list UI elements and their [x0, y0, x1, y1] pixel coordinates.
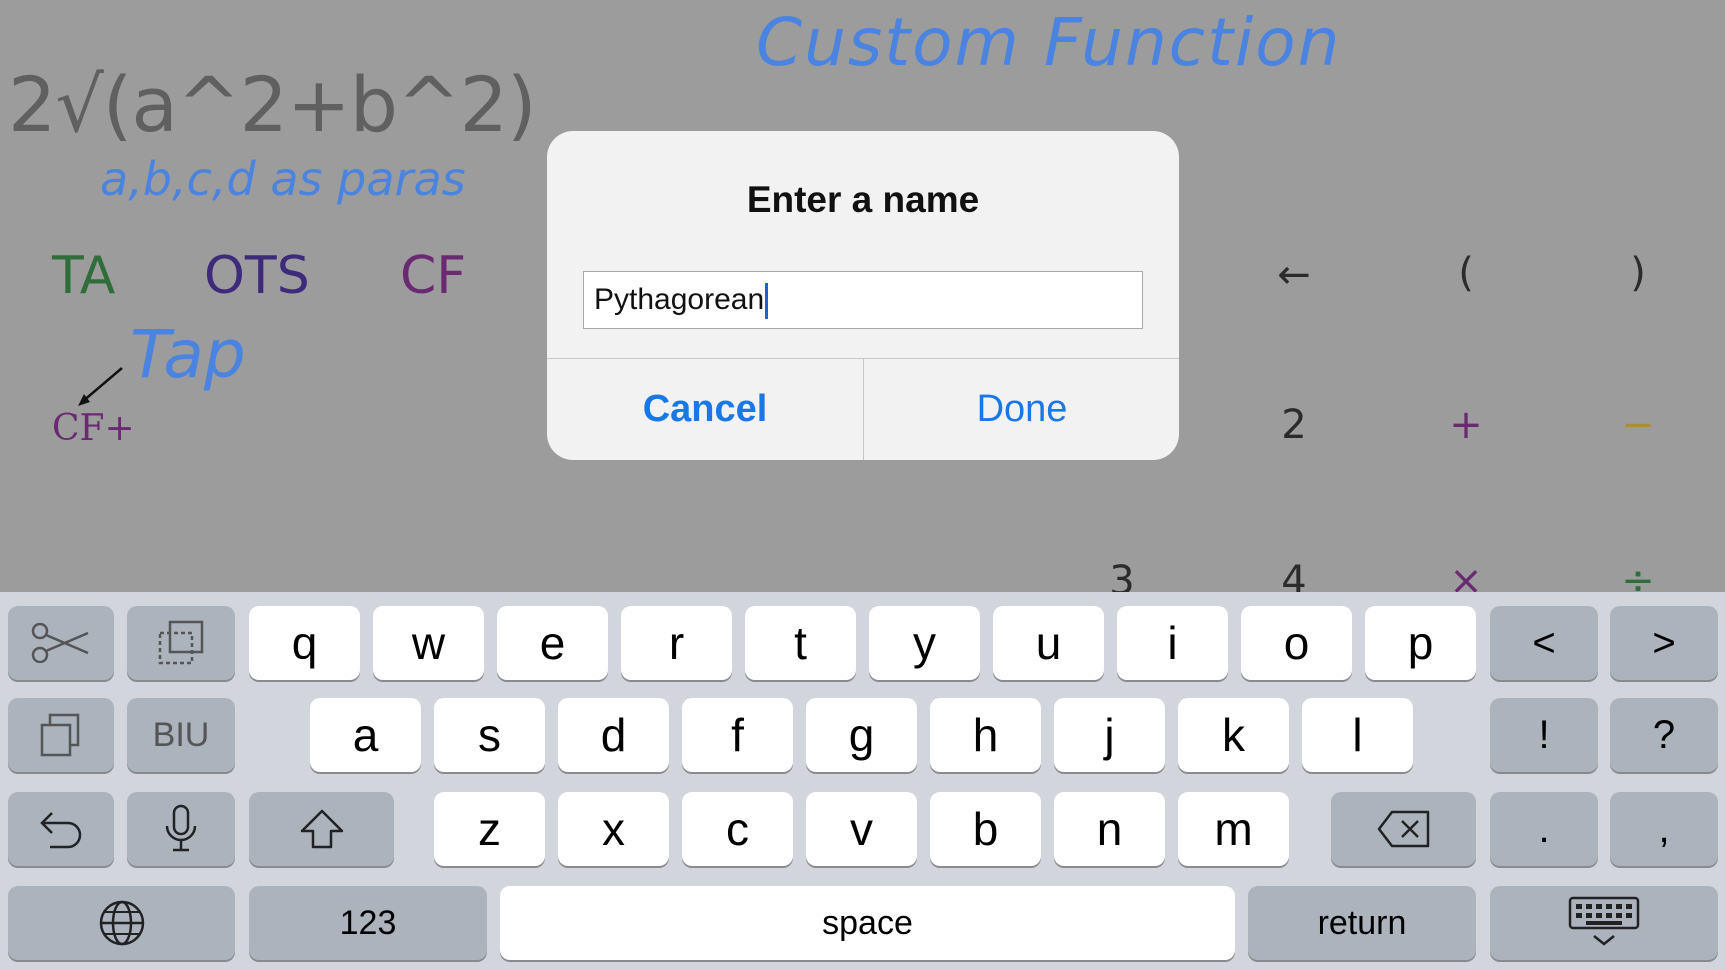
numbers-label: 123	[339, 903, 397, 942]
cut-button[interactable]	[8, 606, 114, 680]
space-label: space	[822, 903, 913, 942]
calc-key-open-paren[interactable]: (	[1426, 250, 1506, 296]
paste-button[interactable]	[8, 698, 114, 772]
bold-italic-underline-icon: BIU	[152, 715, 210, 754]
key-t[interactable]: t	[745, 606, 856, 680]
microphone-icon	[164, 804, 198, 854]
calc-key-backspace[interactable]: ←	[1254, 252, 1334, 298]
onscreen-keyboard: q w e r t y u i o p < > BIU a s d f g h …	[0, 592, 1725, 970]
formula-display: 2√(a^2+b^2)	[8, 60, 537, 149]
key-r[interactable]: r	[621, 606, 732, 680]
calc-key-times[interactable]: ×	[1426, 558, 1506, 592]
key-exclamation[interactable]: !	[1490, 698, 1598, 772]
key-o[interactable]: o	[1241, 606, 1352, 680]
shift-button[interactable]	[249, 792, 394, 866]
format-button[interactable]: BIU	[127, 698, 235, 772]
copy-icon	[157, 620, 205, 666]
dialog-title: Enter a name	[746, 179, 980, 220]
key-m[interactable]: m	[1178, 792, 1289, 866]
keyboard-dismiss-icon	[1568, 896, 1640, 950]
key-b[interactable]: b	[930, 792, 1041, 866]
key-y[interactable]: y	[869, 606, 980, 680]
key-g[interactable]: g	[806, 698, 917, 772]
calc-key-2[interactable]: 2	[1254, 402, 1334, 448]
key-n[interactable]: n	[1054, 792, 1165, 866]
cancel-button[interactable]: Cancel	[547, 359, 863, 460]
done-button[interactable]: Done	[864, 359, 1179, 460]
pointer-arrow-icon	[76, 364, 126, 408]
name-input-value: Pythagorean	[594, 283, 765, 316]
globe-button[interactable]	[8, 886, 235, 960]
key-period[interactable]: .	[1490, 792, 1598, 866]
key-j[interactable]: j	[1054, 698, 1165, 772]
key-a[interactable]: a	[310, 698, 421, 772]
key-v[interactable]: v	[806, 792, 917, 866]
key-x[interactable]: x	[558, 792, 669, 866]
key-f[interactable]: f	[682, 698, 793, 772]
cursor-left-button[interactable]: <	[1490, 606, 1598, 680]
params-note: a,b,c,d as paras	[100, 152, 466, 206]
mode-ta-button[interactable]: TA	[52, 246, 115, 306]
cf-plus-button[interactable]: CF+	[52, 408, 135, 449]
key-w[interactable]: w	[373, 606, 484, 680]
tap-note: Tap	[130, 316, 246, 393]
key-k[interactable]: k	[1178, 698, 1289, 772]
paste-icon	[38, 712, 84, 758]
key-comma[interactable]: ,	[1610, 792, 1718, 866]
key-h[interactable]: h	[930, 698, 1041, 772]
return-button[interactable]: return	[1248, 886, 1476, 960]
space-bar[interactable]: space	[500, 886, 1235, 960]
app-title: Custom Function	[756, 4, 1342, 81]
calc-key-4[interactable]: 4	[1254, 558, 1334, 592]
undo-icon	[38, 809, 84, 849]
mode-ots-button[interactable]: OTS	[204, 246, 310, 306]
key-s[interactable]: s	[434, 698, 545, 772]
key-q[interactable]: q	[249, 606, 360, 680]
key-l[interactable]: l	[1302, 698, 1413, 772]
globe-icon	[98, 899, 146, 947]
enter-name-dialog: Enter a name Pythagorean Cancel Done	[547, 131, 1179, 460]
dictation-button[interactable]	[127, 792, 235, 866]
name-input[interactable]: Pythagorean	[583, 271, 1143, 329]
calc-key-minus[interactable]: −	[1598, 402, 1678, 448]
copy-button[interactable]	[127, 606, 235, 680]
numbers-button[interactable]: 123	[249, 886, 487, 960]
key-p[interactable]: p	[1365, 606, 1476, 680]
calc-key-divide[interactable]: ÷	[1598, 558, 1678, 592]
dismiss-keyboard-button[interactable]	[1490, 886, 1718, 960]
delete-button[interactable]	[1331, 792, 1476, 866]
key-i[interactable]: i	[1117, 606, 1228, 680]
key-c[interactable]: c	[682, 792, 793, 866]
calc-key-plus[interactable]: +	[1426, 402, 1506, 448]
scissors-icon	[30, 623, 92, 663]
key-question[interactable]: ?	[1610, 698, 1718, 772]
shift-icon	[299, 808, 345, 850]
key-u[interactable]: u	[993, 606, 1104, 680]
mode-cf-button[interactable]: CF	[400, 246, 466, 306]
calc-key-close-paren[interactable]: )	[1598, 250, 1678, 296]
undo-button[interactable]	[8, 792, 114, 866]
key-d[interactable]: d	[558, 698, 669, 772]
return-label: return	[1317, 903, 1407, 942]
cursor-right-button[interactable]: >	[1610, 606, 1718, 680]
key-e[interactable]: e	[497, 606, 608, 680]
text-caret	[765, 283, 769, 320]
key-z[interactable]: z	[434, 792, 545, 866]
backspace-icon	[1376, 809, 1432, 849]
calc-key-3[interactable]: 3	[1082, 558, 1162, 592]
